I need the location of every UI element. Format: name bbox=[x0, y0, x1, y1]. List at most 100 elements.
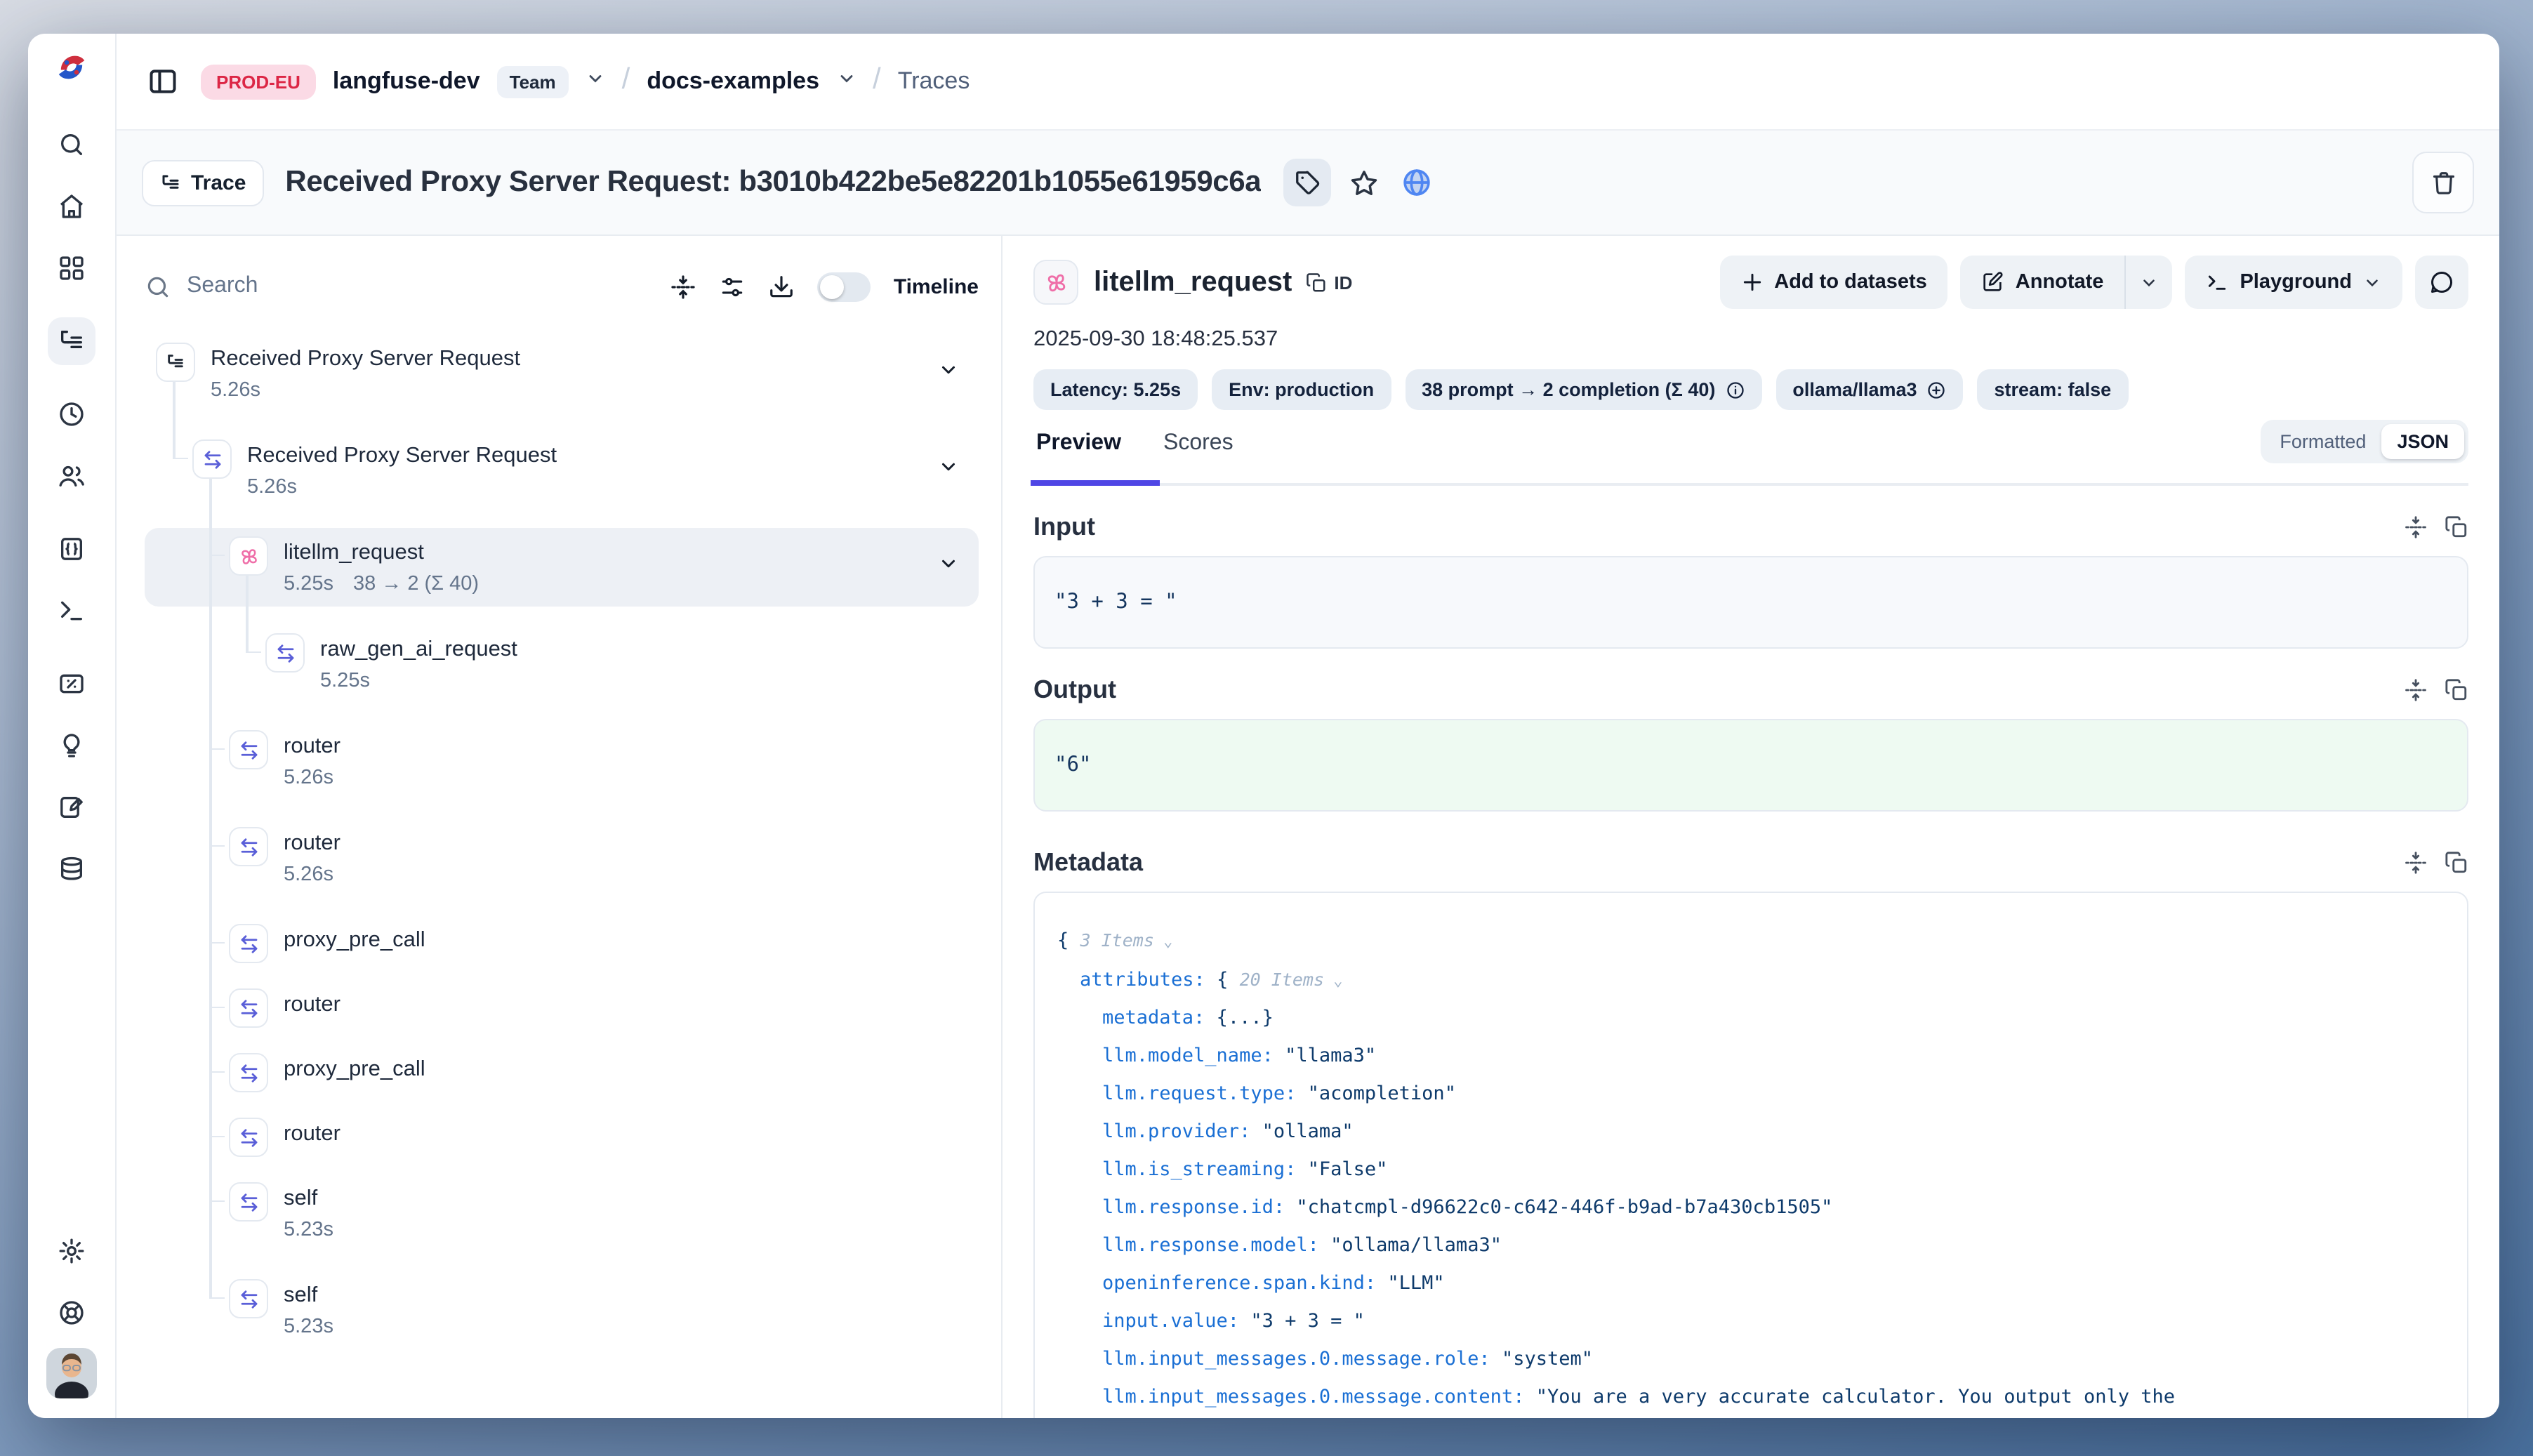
tree-row-proxy-pre-call[interactable]: proxy_pre_call bbox=[145, 1045, 979, 1101]
observation-title: litellm_request bbox=[1094, 266, 1292, 298]
timeline-toggle[interactable] bbox=[818, 272, 871, 301]
node-collapse-chevron-icon[interactable] bbox=[938, 456, 959, 484]
fold-vertical-icon[interactable] bbox=[2404, 851, 2428, 875]
rail-sessions-icon[interactable] bbox=[48, 390, 95, 438]
node-label: router bbox=[284, 991, 340, 1019]
view-formatted-option[interactable]: Formatted bbox=[2264, 424, 2381, 459]
rail-evals-icon[interactable] bbox=[48, 660, 95, 708]
delete-trace-button[interactable] bbox=[2412, 152, 2474, 213]
tree-row-received-proxy-server-request[interactable]: Received Proxy Server Request5.26s bbox=[145, 334, 979, 413]
tree-row-router[interactable]: router bbox=[145, 1109, 979, 1165]
tab-scores[interactable]: Scores bbox=[1160, 431, 1236, 483]
tree-row-proxy-pre-call[interactable]: proxy_pre_call bbox=[145, 915, 979, 972]
project-name[interactable]: docs-examples bbox=[647, 67, 819, 95]
annotate-dropdown-chevron[interactable] bbox=[2126, 256, 2172, 309]
nav-rail bbox=[28, 34, 117, 1418]
copy-icon[interactable] bbox=[2445, 851, 2468, 875]
node-label: proxy_pre_call bbox=[284, 927, 425, 955]
annotate-button[interactable]: Annotate bbox=[1961, 256, 2125, 309]
metadata-line: llm.model_name: "llama3" bbox=[1057, 1038, 2445, 1076]
metric-badge: 38 prompt → 2 completion (Σ 40) bbox=[1405, 369, 1761, 410]
rail-prompts-icon[interactable] bbox=[48, 525, 95, 573]
trace-title-bar: Trace Received Proxy Server Request: b30… bbox=[117, 129, 2499, 236]
tree-connector bbox=[209, 845, 225, 847]
rail-datasets-icon[interactable] bbox=[48, 783, 95, 831]
tree-connector bbox=[246, 651, 261, 653]
collapse-all-icon[interactable] bbox=[670, 273, 697, 300]
node-collapse-chevron-icon[interactable] bbox=[938, 359, 959, 388]
json-collapse-chevron-icon[interactable]: ⌄ bbox=[1324, 972, 1343, 990]
annotate-pen-icon bbox=[1982, 271, 2004, 293]
rail-traces-icon[interactable] bbox=[48, 317, 95, 365]
rail-home-icon[interactable] bbox=[48, 183, 95, 230]
span-tree: Received Proxy Server Request5.26s Receiv… bbox=[145, 334, 979, 1349]
node-duration: 5.26s bbox=[284, 862, 340, 889]
fold-vertical-icon[interactable] bbox=[2404, 515, 2428, 539]
span-arrows-icon bbox=[275, 642, 296, 663]
add-to-datasets-button[interactable]: Add to datasets bbox=[1719, 256, 1948, 309]
metadata-line: llm.is_streaming: "False" bbox=[1057, 1151, 2445, 1189]
tree-row-self[interactable]: self5.23s bbox=[145, 1271, 979, 1349]
fold-vertical-icon[interactable] bbox=[2404, 678, 2428, 702]
section-breadcrumb[interactable]: Traces bbox=[898, 67, 970, 95]
rail-playground-icon[interactable] bbox=[48, 587, 95, 635]
tree-row-litellm-request[interactable]: litellm_request5.25s38 → 2 (Σ 40) bbox=[145, 528, 979, 607]
rail-users-icon[interactable] bbox=[48, 452, 95, 500]
view-json-option[interactable]: JSON bbox=[2381, 424, 2464, 459]
tree-connector bbox=[209, 554, 225, 556]
timeline-label: Timeline bbox=[894, 274, 979, 298]
tag-button[interactable] bbox=[1283, 159, 1331, 206]
tree-search-input[interactable] bbox=[184, 272, 344, 300]
tree-row-router[interactable]: router5.26s bbox=[145, 722, 979, 800]
tree-connector bbox=[209, 941, 225, 944]
generation-icon bbox=[1033, 260, 1078, 305]
rail-support-icon[interactable] bbox=[48, 1289, 95, 1337]
tree-row-router[interactable]: router 5.26s bbox=[145, 819, 979, 897]
rail-database-icon[interactable] bbox=[48, 845, 95, 893]
sidebar-toggle-icon[interactable] bbox=[142, 60, 184, 102]
rail-settings-icon[interactable] bbox=[48, 1227, 95, 1275]
user-avatar[interactable] bbox=[46, 1348, 97, 1398]
metadata-line: { 3 Items ⌄ bbox=[1057, 921, 2445, 960]
tree-row-received-proxy-server-request[interactable]: Received Proxy Server Request5.26s bbox=[145, 431, 979, 510]
org-name[interactable]: langfuse-dev bbox=[333, 67, 480, 95]
rail-search-icon[interactable] bbox=[48, 121, 95, 168]
metadata-line: attributes: { 20 Items ⌄ bbox=[1057, 960, 2445, 1000]
public-globe-button[interactable] bbox=[1396, 161, 1438, 204]
metadata-line: llm.input_messages.0.message.role: "syst… bbox=[1057, 1341, 2445, 1379]
copy-icon bbox=[1306, 272, 1327, 293]
rail-dashboards-icon[interactable] bbox=[48, 244, 95, 292]
tree-row-raw-gen-ai-request[interactable]: raw_gen_ai_request5.25s bbox=[145, 625, 979, 703]
copy-icon[interactable] bbox=[2445, 515, 2468, 539]
copy-id-button[interactable]: ID bbox=[1306, 272, 1352, 293]
download-icon[interactable] bbox=[769, 273, 795, 300]
breadcrumb-separator: / bbox=[622, 63, 630, 97]
json-collapse-chevron-icon[interactable]: ⌄ bbox=[1154, 932, 1173, 951]
node-icon bbox=[229, 1182, 268, 1222]
globe-icon bbox=[1401, 167, 1432, 198]
node-duration: 5.25s bbox=[320, 668, 517, 695]
tree-connector bbox=[209, 748, 225, 750]
tree-row-router[interactable]: router bbox=[145, 980, 979, 1036]
rail-annotations-icon[interactable] bbox=[48, 722, 95, 769]
node-collapse-chevron-icon[interactable] bbox=[938, 553, 959, 581]
circle-plus-icon[interactable] bbox=[1927, 380, 1947, 399]
copy-icon[interactable] bbox=[2445, 678, 2468, 702]
tab-preview[interactable]: Preview bbox=[1033, 431, 1124, 483]
comments-button[interactable] bbox=[2415, 256, 2468, 309]
tree-row-self[interactable]: self5.23s bbox=[145, 1174, 979, 1252]
project-chevron-down-icon[interactable] bbox=[836, 68, 856, 95]
node-label: router bbox=[284, 830, 340, 858]
tree-filter-icon[interactable] bbox=[720, 273, 746, 300]
metadata-label: Metadata bbox=[1033, 848, 1143, 878]
node-duration: 5.25s38 → 2 (Σ 40) bbox=[284, 571, 479, 598]
org-chevron-down-icon[interactable] bbox=[586, 68, 605, 95]
tree-toolbar: Timeline bbox=[145, 258, 979, 315]
playground-button[interactable]: Playground bbox=[2185, 256, 2402, 309]
info-icon[interactable] bbox=[1725, 380, 1745, 399]
node-duration: 5.26s bbox=[211, 378, 520, 404]
environment-badge: PROD-EU bbox=[201, 64, 316, 99]
tree-search[interactable] bbox=[145, 272, 648, 300]
metadata-line: metadata: {...} bbox=[1057, 1000, 2445, 1038]
star-button[interactable] bbox=[1342, 161, 1384, 204]
